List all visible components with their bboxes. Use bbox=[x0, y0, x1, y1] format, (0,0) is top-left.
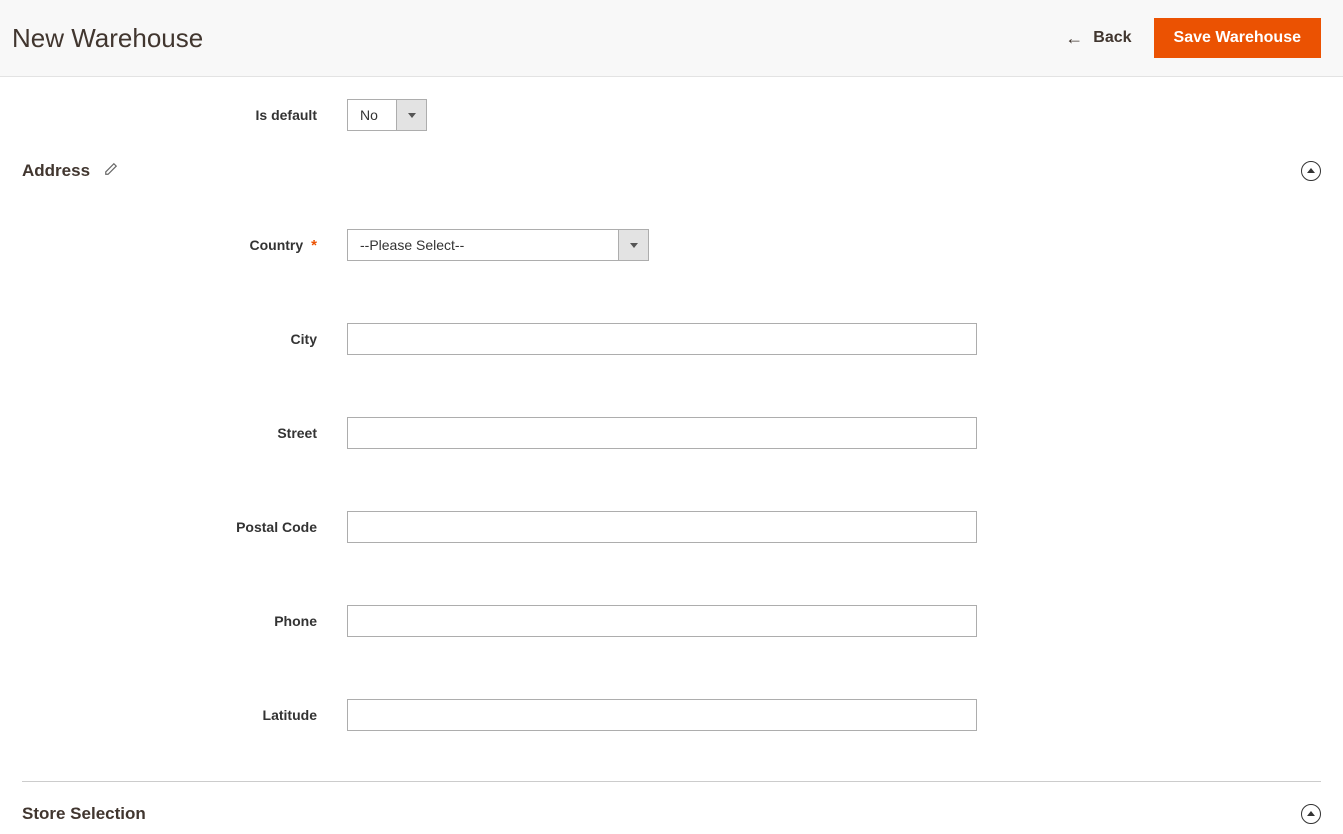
country-control: --Please Select-- bbox=[347, 229, 649, 261]
is-default-row: Is default No bbox=[22, 77, 1321, 139]
country-label: Country bbox=[22, 237, 347, 254]
chevron-up-icon bbox=[1307, 168, 1315, 173]
postal-code-input[interactable] bbox=[347, 511, 977, 543]
address-title-wrap: Address bbox=[22, 161, 118, 181]
country-select[interactable]: --Please Select-- bbox=[347, 229, 649, 261]
content: Is default No Address Country --Please S… bbox=[0, 77, 1343, 834]
is-default-control: No bbox=[347, 99, 427, 131]
header-actions: ← Back Save Warehouse bbox=[1065, 18, 1321, 58]
phone-label: Phone bbox=[22, 613, 347, 629]
street-label: Street bbox=[22, 425, 347, 441]
postal-code-label: Postal Code bbox=[22, 519, 347, 535]
back-button-label: Back bbox=[1093, 29, 1131, 47]
country-value: --Please Select-- bbox=[348, 230, 618, 260]
arrow-left-icon: ← bbox=[1065, 29, 1083, 47]
city-label: City bbox=[22, 331, 347, 347]
page-title: New Warehouse bbox=[12, 23, 203, 54]
phone-row: Phone bbox=[22, 591, 1321, 651]
postal-code-row: Postal Code bbox=[22, 497, 1321, 557]
latitude-label: Latitude bbox=[22, 707, 347, 723]
chevron-up-icon bbox=[1307, 811, 1315, 816]
is-default-select[interactable]: No bbox=[347, 99, 427, 131]
pencil-icon[interactable] bbox=[104, 162, 118, 181]
page-header: New Warehouse ← Back Save Warehouse bbox=[0, 0, 1343, 77]
address-section-title: Address bbox=[22, 161, 90, 181]
city-row: City bbox=[22, 309, 1321, 369]
store-selection-section-title: Store Selection bbox=[22, 804, 146, 824]
chevron-down-icon bbox=[630, 243, 638, 248]
save-warehouse-button[interactable]: Save Warehouse bbox=[1154, 18, 1321, 58]
store-selection-title-wrap: Store Selection bbox=[22, 804, 146, 824]
is-default-value: No bbox=[348, 100, 396, 130]
store-selection-collapse-button[interactable] bbox=[1301, 804, 1321, 824]
street-row: Street bbox=[22, 403, 1321, 463]
phone-input[interactable] bbox=[347, 605, 977, 637]
latitude-input[interactable] bbox=[347, 699, 977, 731]
address-section-body: Country --Please Select-- City Street Po… bbox=[22, 191, 1321, 781]
address-section-header: Address bbox=[22, 139, 1321, 191]
street-input[interactable] bbox=[347, 417, 977, 449]
dropdown-caret bbox=[396, 100, 426, 130]
store-selection-section-header: Store Selection bbox=[22, 782, 1321, 834]
is-default-label: Is default bbox=[22, 107, 347, 123]
latitude-row: Latitude bbox=[22, 685, 1321, 745]
dropdown-caret bbox=[618, 230, 648, 260]
city-input[interactable] bbox=[347, 323, 977, 355]
chevron-down-icon bbox=[408, 113, 416, 118]
address-collapse-button[interactable] bbox=[1301, 161, 1321, 181]
country-row: Country --Please Select-- bbox=[22, 215, 1321, 275]
back-button[interactable]: ← Back bbox=[1065, 29, 1131, 47]
